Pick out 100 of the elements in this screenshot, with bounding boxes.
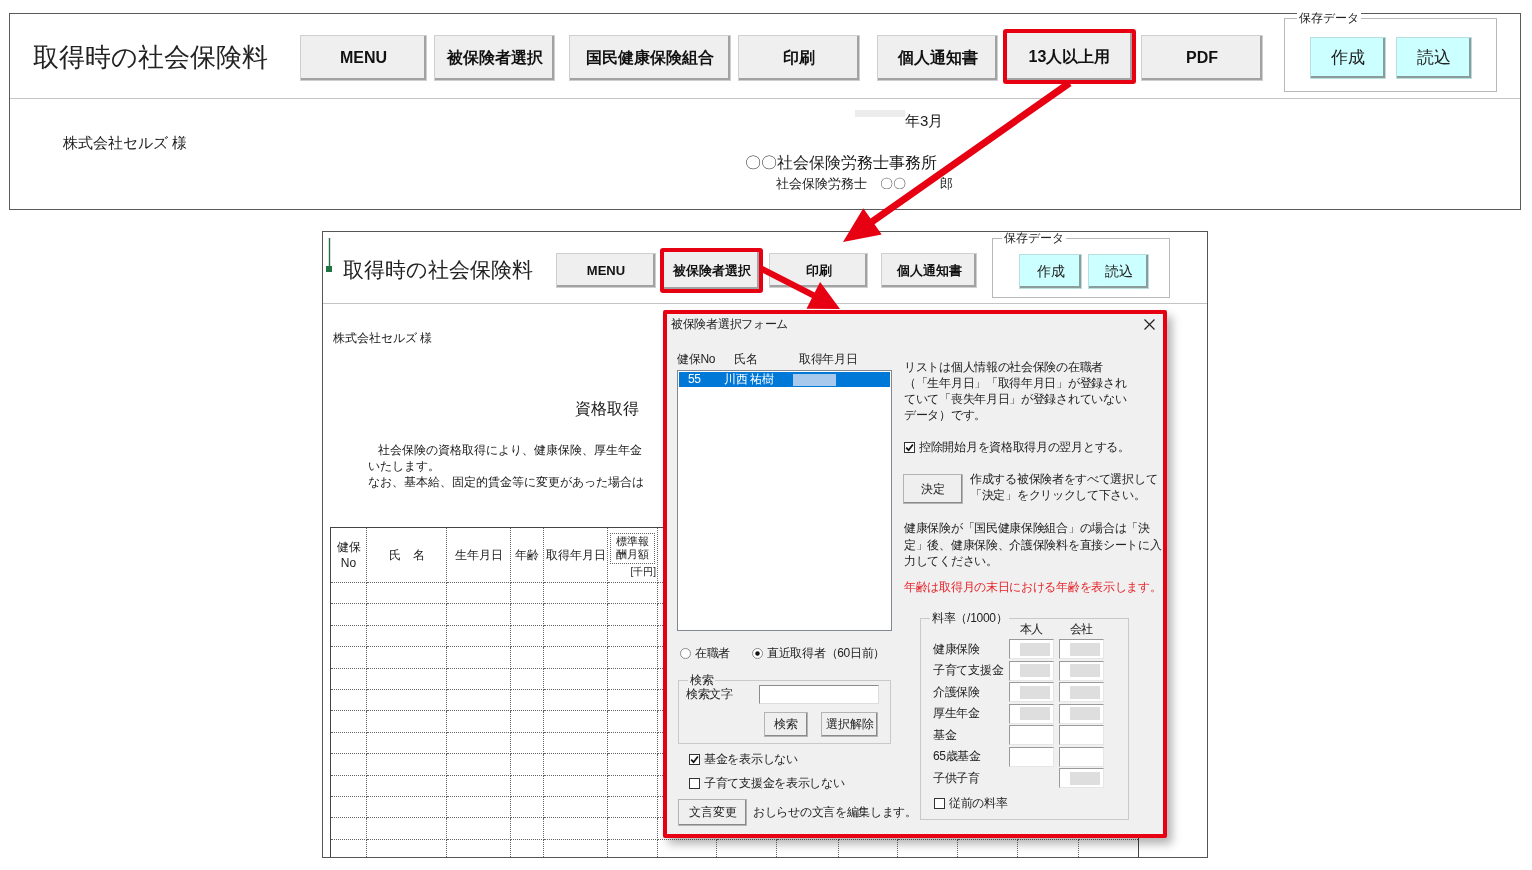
info-text: リストは個人情報の社会保険の在職者（「生年月日」「取得年月日」が登録されていて「喪失年月日」が登録されていないデータ）です。 xyxy=(904,359,1128,423)
column-header: 健保No xyxy=(336,539,361,571)
column-header: 生年月日 xyxy=(454,547,503,562)
input-field[interactable] xyxy=(1059,639,1104,660)
input-field[interactable] xyxy=(1009,682,1054,703)
notice-text: 社会保険の資格取得により、健康保険、厚生年金 xyxy=(377,442,642,458)
signer-text: 社会保険労務士 〇〇 xyxy=(776,176,906,192)
toolbar-button[interactable]: MENU xyxy=(556,253,656,288)
hint-text: 作成する被保険者をすべて選択して「決定」をクリックして下さい。 xyxy=(970,471,1159,504)
input-field[interactable] xyxy=(1009,660,1054,681)
column-header: 氏 名 xyxy=(388,547,425,562)
toolbar-button[interactable]: 印刷 xyxy=(738,35,860,81)
toolbar-button[interactable]: 作成 xyxy=(1310,37,1386,79)
input-field[interactable] xyxy=(1009,725,1054,746)
column-header: 会社 xyxy=(1068,622,1095,636)
dialog-button[interactable]: 選択解除 xyxy=(821,712,878,737)
field-label: 65歳基金 xyxy=(933,749,982,765)
field-label: 厚生年金 xyxy=(933,706,981,722)
masked-value xyxy=(1070,642,1100,656)
checkbox[interactable] xyxy=(689,778,700,789)
masked-value xyxy=(1020,642,1050,656)
radio-button[interactable] xyxy=(752,648,763,659)
toolbar-button[interactable]: MENU xyxy=(300,35,427,81)
column-header: 健保No xyxy=(677,352,717,367)
group-label: 料率（/1000） xyxy=(930,611,1010,625)
masked-value xyxy=(1070,685,1100,699)
masked-value xyxy=(1020,664,1050,678)
list-row[interactable]: 55 川西 祐樹 xyxy=(679,372,890,387)
sheet-title: 取得時の社会保険料 xyxy=(343,257,534,283)
masked-value xyxy=(1070,771,1100,785)
field-label: 介護保険 xyxy=(933,684,981,700)
date-text: 年3月 xyxy=(905,112,944,130)
checkbox[interactable] xyxy=(904,442,915,453)
list-cell-text: 55 xyxy=(687,372,702,387)
warning-text: 年齢は取得月の末日における年齢を表示します。 xyxy=(904,579,1162,595)
checkbox[interactable] xyxy=(689,754,700,765)
unit-label: [千円] xyxy=(630,565,657,577)
input-field[interactable] xyxy=(1059,725,1104,746)
dialog-button[interactable]: 文言変更 xyxy=(678,799,747,826)
toolbar-button[interactable]: 読込 xyxy=(1396,37,1472,79)
document-heading: 資格取得 xyxy=(575,399,639,419)
toolbar-button[interactable]: 個人通知書 xyxy=(881,253,977,288)
client-name: 株式会社セルズ 様 xyxy=(63,134,188,152)
sheet-title: 取得時の社会保険料 xyxy=(33,42,269,72)
field-label: 基金 xyxy=(933,727,958,743)
toolbar-button[interactable]: 読込 xyxy=(1088,254,1149,289)
input-field[interactable] xyxy=(1059,768,1104,789)
toolbar-button[interactable]: 国民健康保険組合 xyxy=(569,35,731,81)
search-field[interactable] xyxy=(759,685,879,704)
column-header: 本人 xyxy=(1018,622,1045,636)
toolbar-button[interactable]: PDF xyxy=(1141,35,1263,81)
column-header: 取得年月日 xyxy=(799,352,858,367)
masked-value xyxy=(1070,707,1100,721)
masked-value xyxy=(1070,664,1100,678)
option-label: 従前の料率 xyxy=(949,796,1008,811)
dialog-title: 被保険者選択フォーム xyxy=(671,316,788,332)
input-field[interactable] xyxy=(1059,682,1104,703)
client-name: 株式会社セルズ 様 xyxy=(333,331,433,346)
signer-text: 郎 xyxy=(939,176,953,192)
list-box[interactable]: 55 川西 祐樹 xyxy=(677,370,892,631)
toolbar-button[interactable]: 個人通知書 xyxy=(877,35,998,81)
input-field[interactable] xyxy=(1059,703,1104,724)
option-label: 直近取得者（60日前） xyxy=(767,646,886,661)
toolbar-button[interactable]: 作成 xyxy=(1019,254,1082,289)
masked-value xyxy=(1020,685,1050,699)
notice-text: いたします。 xyxy=(368,458,440,474)
field-label: 子供子育 xyxy=(933,770,981,786)
checkbox[interactable] xyxy=(934,798,945,809)
input-field[interactable] xyxy=(1009,703,1054,724)
group-label: 保存データ xyxy=(1002,232,1066,245)
column-header: 氏名 xyxy=(734,352,759,367)
masked-value xyxy=(1020,707,1050,721)
input-field[interactable] xyxy=(1059,746,1104,767)
dialog-button[interactable]: 決定 xyxy=(903,474,963,504)
input-field[interactable] xyxy=(1009,639,1054,660)
group-label: 保存データ xyxy=(1297,11,1361,25)
column-header: 取得年月日 xyxy=(545,547,606,562)
toolbar-button[interactable]: 印刷 xyxy=(769,253,868,288)
field-label: 子育て支援金 xyxy=(933,663,1005,679)
close-icon[interactable] xyxy=(1144,318,1155,330)
option-label: 控除開始月を資格取得月の翌月とする。 xyxy=(919,440,1130,455)
notice-text: なお、基本給、固定的賃金等に変更があった場合は xyxy=(368,474,644,490)
note-text: 健康保険が「国民健康保険組合」の場合は「決定」後、健康保険、介護保険料を直接シートに入力してください。 xyxy=(904,520,1163,570)
input-field[interactable] xyxy=(1009,746,1054,767)
list-cell-text: 川西 祐樹 xyxy=(724,372,775,387)
column-header: 年齢 xyxy=(515,547,539,562)
hint-text: おしらせの文言を編集します。 xyxy=(753,805,917,820)
toolbar-button[interactable]: 被保険者選択 xyxy=(434,35,555,81)
option-label: 子育て支援金を表示しない xyxy=(704,776,845,791)
dialog-button[interactable]: 検索 xyxy=(764,712,808,737)
column-header: 標準報酬月額 xyxy=(615,535,650,562)
option-label: 在職者 xyxy=(695,646,731,661)
toolbar-button[interactable]: 13人以上用 xyxy=(1003,29,1136,84)
radio-button[interactable] xyxy=(680,648,691,659)
cell-cursor-icon xyxy=(326,238,332,272)
toolbar-button[interactable]: 被保険者選択 xyxy=(660,248,763,293)
group-label: 検索 xyxy=(688,674,716,687)
office-name: 〇〇社会保険労務士事務所 xyxy=(745,153,937,173)
input-field[interactable] xyxy=(1059,660,1104,681)
option-label: 基金を表示しない xyxy=(704,752,798,767)
